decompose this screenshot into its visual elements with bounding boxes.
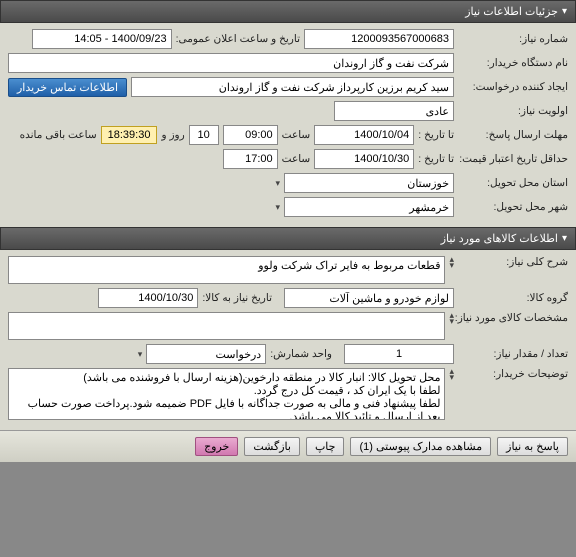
unit-field[interactable] (146, 344, 266, 364)
priority-field[interactable] (334, 101, 454, 121)
back-button[interactable]: بازگشت (244, 437, 300, 456)
need-by-date-field[interactable] (98, 288, 198, 308)
section-need-info-header[interactable]: ▾ جزئیات اطلاعات نیاز (0, 0, 576, 23)
buyer-org-field[interactable] (8, 53, 454, 73)
section-need-info-title: جزئیات اطلاعات نیاز (465, 5, 558, 18)
time-label-2: ساعت (282, 153, 311, 165)
buyer-contact-button[interactable]: اطلاعات تماس خریدار (8, 78, 127, 97)
need-info-form: شماره نیاز: تاریخ و ساعت اعلان عمومی: نا… (0, 23, 576, 227)
chevron-up-down-icon[interactable]: ▴▾ (449, 368, 454, 381)
qty-field[interactable] (344, 344, 454, 364)
need-no-field[interactable] (304, 29, 454, 49)
section-need-items-header[interactable]: ▾ اطلاعات کالاهای مورد نیاز (0, 227, 576, 250)
collapse-icon[interactable]: ▾ (562, 233, 567, 244)
chevron-down-icon[interactable]: ▾ (275, 178, 280, 189)
unit-label: واحد شمارش: (270, 348, 332, 360)
exit-button[interactable]: خروج (195, 437, 238, 456)
deliver-province-label: استان محل تحویل: (458, 177, 568, 189)
deliver-province-field[interactable] (284, 173, 454, 193)
goods-spec-field[interactable] (8, 312, 445, 340)
buyer-org-label: نام دستگاه خریدار: (458, 57, 568, 69)
reply-button[interactable]: پاسخ به نیاز (497, 437, 568, 456)
chevron-up-down-icon[interactable]: ▴▾ (449, 312, 454, 325)
reply-to-date-field[interactable] (314, 125, 414, 145)
days-and-label: روز و (161, 129, 184, 141)
time-left-badge: 18:39:30 (101, 126, 158, 144)
price-valid-time-field[interactable] (223, 149, 278, 169)
need-desc-field[interactable] (8, 256, 445, 284)
price-valid-date-field[interactable] (314, 149, 414, 169)
price-valid-label: حداقل تاریخ اعتبار قیمت: (458, 153, 568, 166)
deliver-city-label: شهر محل تحویل: (458, 201, 568, 213)
time-label-1: ساعت (282, 129, 311, 141)
goods-group-label: گروه کالا: (458, 292, 568, 304)
goods-group-field[interactable] (284, 288, 454, 308)
need-items-form: شرح کلی نیاز: ▴▾ گروه کالا: تاریخ نیاز ب… (0, 250, 576, 430)
need-no-label: شماره نیاز: (458, 33, 568, 45)
buyer-notes-field[interactable] (8, 368, 445, 420)
chevron-down-icon[interactable]: ▾ (275, 202, 280, 213)
time-left-suffix: ساعت باقی مانده (20, 129, 97, 141)
to-date-label-2: تا تاریخ : (418, 153, 454, 165)
requester-field[interactable] (131, 77, 454, 97)
days-left-field[interactable] (189, 125, 219, 145)
collapse-icon[interactable]: ▾ (562, 6, 567, 17)
qty-label: تعداد / مقدار نیاز: (458, 348, 568, 360)
footer-bar: پاسخ به نیاز مشاهده مدارک پیوستی (1) چاپ… (0, 430, 576, 462)
announce-dt-field[interactable] (32, 29, 172, 49)
section-need-items-title: اطلاعات کالاهای مورد نیاز (441, 232, 558, 245)
reply-time-field[interactable] (223, 125, 278, 145)
chevron-up-down-icon[interactable]: ▴▾ (449, 256, 454, 269)
to-date-label-1: تا تاریخ : (418, 129, 454, 141)
requester-label: ایجاد کننده درخواست: (458, 81, 568, 93)
buyer-notes-label: توضیحات خریدار: (458, 368, 568, 380)
attachments-button[interactable]: مشاهده مدارک پیوستی (1) (350, 437, 491, 456)
need-desc-label: شرح کلی نیاز: (458, 256, 568, 268)
priority-label: اولویت نیاز: (458, 105, 568, 117)
announce-dt-label: تاریخ و ساعت اعلان عمومی: (176, 33, 300, 45)
reply-deadline-label: مهلت ارسال پاسخ: (458, 129, 568, 141)
need-by-date-label: تاریخ نیاز به کالا: (202, 292, 272, 304)
deliver-city-field[interactable] (284, 197, 454, 217)
print-button[interactable]: چاپ (306, 437, 345, 456)
chevron-down-icon[interactable]: ▾ (138, 349, 143, 360)
goods-spec-label: مشخصات کالای مورد نیاز: (458, 312, 568, 324)
